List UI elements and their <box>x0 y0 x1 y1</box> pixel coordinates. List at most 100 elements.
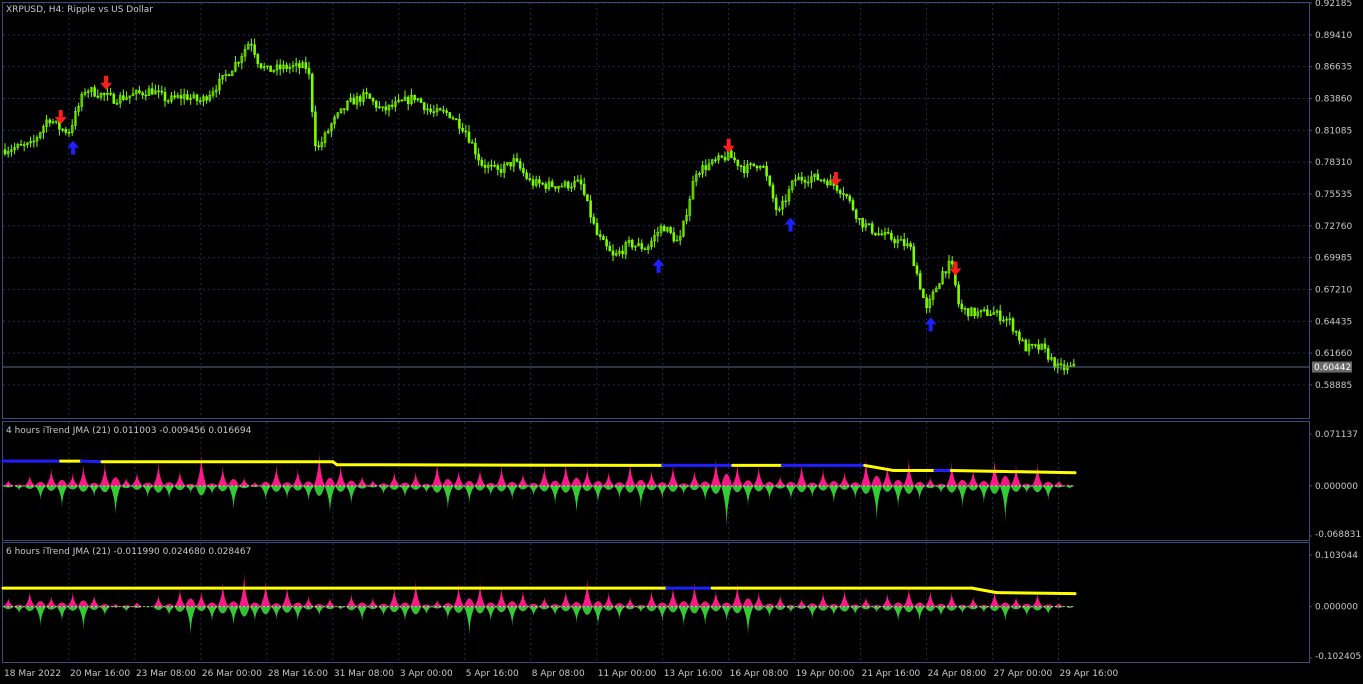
indicator-tick-label: 0.103044 <box>1315 551 1358 561</box>
candle-body <box>157 90 160 93</box>
candle-body <box>1030 343 1034 346</box>
candle-body <box>880 233 884 236</box>
candle-body <box>822 179 826 182</box>
candle-body <box>771 184 775 199</box>
time-tick-label: 29 Apr 16:00 <box>1060 669 1119 679</box>
candle-body <box>925 297 928 308</box>
time-tick-label: 5 Apr 16:00 <box>466 669 519 679</box>
candle-body <box>774 197 778 210</box>
candle-body <box>1059 363 1063 366</box>
candle-body <box>550 181 554 187</box>
time-tick-label: 16 Apr 08:00 <box>730 669 789 679</box>
candle-body <box>19 144 23 146</box>
candle-body <box>1024 339 1028 352</box>
candle-body <box>186 94 189 100</box>
time-axis: 18 Mar 2022 20 Mar 16:00 23 Mar 08:00 26 Ma… <box>4 669 1118 679</box>
candle-body <box>800 176 804 181</box>
candle-body <box>515 158 519 162</box>
candle-body <box>499 169 503 173</box>
candle-body <box>432 111 436 113</box>
candle-body <box>902 239 906 246</box>
candle-body <box>112 93 116 104</box>
candle-body <box>64 129 68 133</box>
candle-body <box>166 100 170 103</box>
time-tick-label: 20 Mar 16:00 <box>70 669 130 679</box>
candle-body <box>304 62 308 69</box>
candle-body <box>608 245 612 252</box>
candle-body <box>611 250 615 256</box>
candle-body <box>835 185 839 191</box>
candle-body <box>144 94 148 97</box>
candle-body <box>819 179 823 182</box>
time-tick-label: 11 Apr 00:00 <box>598 669 657 679</box>
time-tick-label: 24 Apr 08:00 <box>928 669 987 679</box>
candle-body <box>195 94 199 101</box>
candle-body <box>595 223 599 235</box>
indicator-tick-label: -0.068831 <box>1315 530 1361 540</box>
candle-body <box>470 141 474 144</box>
candle-body <box>672 232 676 242</box>
candle-body <box>374 100 378 108</box>
time-tick-label: 8 Apr 08:00 <box>532 669 585 679</box>
candle-body <box>752 163 756 167</box>
current-price-label: 0.60442 <box>1314 363 1351 373</box>
candle-body <box>483 165 487 168</box>
candle-body <box>730 150 733 159</box>
candle-body <box>870 223 874 234</box>
candle-body <box>890 232 893 240</box>
candle-body <box>278 64 282 70</box>
candle-body <box>467 131 471 143</box>
candle-body <box>48 119 52 124</box>
candle-body <box>205 96 208 101</box>
trend-line-segment <box>79 459 104 464</box>
indicator-tick-label: 0.000000 <box>1315 603 1358 613</box>
time-tick-label: 31 Mar 08:00 <box>334 669 394 679</box>
candle-body <box>538 179 541 184</box>
main-chart-title: XRPUSD, H4: Ripple vs US Dollar <box>6 5 153 15</box>
indicator-tick-label: 0.071137 <box>1315 430 1358 440</box>
candle-body <box>765 166 768 177</box>
price-tick-label: 0.61660 <box>1315 349 1352 359</box>
candle-body <box>227 74 231 77</box>
candle-body <box>3 149 7 155</box>
candle-body <box>1014 330 1018 333</box>
candle-body <box>566 181 570 189</box>
candle-body <box>522 168 525 174</box>
candle-body <box>160 90 164 93</box>
candle-body <box>845 194 848 197</box>
candle-body <box>854 209 858 219</box>
candle-body <box>998 310 1002 321</box>
candle-body <box>474 142 477 155</box>
candle-body <box>442 109 445 112</box>
candle-body <box>310 73 314 113</box>
time-tick-label: 28 Mar 16:00 <box>268 669 328 679</box>
candle-body <box>816 173 820 181</box>
candle-body <box>525 172 528 179</box>
candle-body <box>285 64 288 69</box>
candle-body <box>93 87 96 97</box>
candle-body <box>384 106 388 111</box>
candle-body <box>739 165 743 167</box>
trading-chart[interactable]: 0.92185 0.89410 0.86635 0.83860 0.81085 0.783… <box>0 0 1363 684</box>
price-tick-label: 0.58885 <box>1315 381 1352 391</box>
candle-body <box>630 239 634 248</box>
candle-body <box>893 239 896 244</box>
candle-body <box>509 162 512 167</box>
candle-body <box>733 157 736 161</box>
candle-body <box>643 248 647 251</box>
candle-body <box>1011 318 1015 332</box>
candle-body <box>986 309 989 316</box>
price-tick-label: 0.78310 <box>1315 158 1352 168</box>
candle-body <box>826 180 829 186</box>
time-tick-label: 26 Mar 00:00 <box>202 669 262 679</box>
candle-body <box>67 132 71 134</box>
candle-body <box>662 226 666 232</box>
candle-body <box>848 195 852 201</box>
price-tick-label: 0.64435 <box>1315 317 1352 327</box>
candle-body <box>298 63 301 68</box>
candle-body <box>714 159 717 162</box>
candle-body <box>640 243 644 250</box>
time-tick-label: 3 Apr 00:00 <box>400 669 453 679</box>
price-tick-label: 0.81085 <box>1315 126 1352 136</box>
price-tick-label: 0.72760 <box>1315 222 1352 232</box>
